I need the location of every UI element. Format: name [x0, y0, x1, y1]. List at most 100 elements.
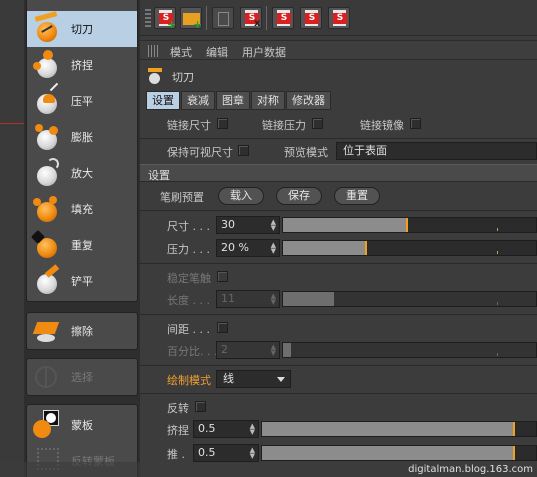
preview-mode-label: 预览模式 — [284, 146, 328, 159]
spinner-arrows-icon[interactable]: ▲ ▼ — [271, 293, 276, 306]
axis-line — [0, 123, 24, 124]
tool-pinch[interactable]: 挤捏 — [27, 47, 137, 83]
draw-mode-value: 线 — [223, 372, 234, 385]
toolbar-grip[interactable] — [145, 9, 151, 27]
tab-settings[interactable]: 设置 — [146, 91, 180, 110]
spacing-checkbox[interactable] — [217, 322, 228, 333]
keep-visible-size-checkbox[interactable] — [238, 145, 249, 156]
draw-mode-dropdown[interactable]: 线 — [216, 370, 291, 388]
tool-repeat[interactable]: 重复 — [27, 227, 137, 263]
pinch-value: 0.5 — [198, 422, 216, 435]
link-size-checkbox[interactable] — [217, 118, 228, 129]
menu-edit[interactable]: 编辑 — [206, 44, 228, 60]
tool-erase[interactable]: 擦除 — [27, 313, 137, 349]
save-button[interactable]: 保存 — [276, 187, 322, 205]
tool-inflate[interactable]: 膨胀 — [27, 119, 137, 155]
tool-mask[interactable]: 蒙板 — [27, 407, 137, 443]
stabilize-checkbox[interactable] — [217, 271, 228, 282]
pinch-field[interactable]: 0.5 ▲ ▼ — [193, 420, 259, 438]
select-icon — [33, 362, 63, 392]
tab-stamp[interactable]: 图章 — [216, 91, 250, 110]
push-slider[interactable] — [261, 445, 537, 461]
percent-field[interactable]: 2 ▲ ▼ — [216, 341, 280, 359]
stabilize-label: 稳定笔触 — [167, 272, 211, 285]
size-slider[interactable] — [282, 217, 537, 233]
s-delete-button[interactable]: S x — [240, 7, 262, 29]
s-export-button-2[interactable]: S — [300, 7, 322, 29]
s-export-button-1[interactable]: S — [272, 7, 294, 29]
tool-knife[interactable]: 切刀 — [27, 11, 137, 47]
push-row: 推 . 0.5 ▲ ▼ — [140, 443, 537, 463]
spinner-arrows-icon[interactable]: ▲ ▼ — [250, 423, 255, 436]
toolbar-separator — [266, 6, 267, 30]
preview-mode-value: 位于表面 — [343, 144, 387, 157]
flatten-ball-icon — [33, 82, 63, 116]
s-badge: S — [333, 13, 347, 24]
size-label: 尺寸 . . . — [167, 220, 210, 233]
toolbar: S + + S x S S S — [140, 0, 537, 36]
tool-label: 放大 — [71, 167, 93, 180]
length-slider[interactable] — [282, 291, 537, 307]
slider-marker[interactable] — [513, 422, 516, 436]
link-mirror-checkbox[interactable] — [410, 118, 421, 129]
size-field[interactable]: 30 ▲ ▼ — [216, 216, 280, 234]
length-row: 长度 . . . 11 ▲ ▼ — [140, 289, 537, 309]
push-field[interactable]: 0.5 ▲ ▼ — [193, 444, 259, 462]
load-button[interactable]: 载入 — [218, 187, 264, 205]
length-field[interactable]: 11 ▲ ▼ — [216, 290, 280, 308]
toolbar-separator — [206, 6, 207, 30]
pressure-field[interactable]: 20 % ▲ ▼ — [216, 239, 280, 257]
pinch-slider[interactable] — [261, 421, 537, 437]
delete-button[interactable] — [212, 7, 234, 29]
brush-preset-label: 笔刷预置 — [160, 191, 204, 204]
percent-value: 2 — [221, 343, 228, 356]
tab-symmetry[interactable]: 对称 — [251, 91, 285, 110]
tab-modifiers[interactable]: 修改器 — [286, 91, 331, 110]
trash-icon — [218, 12, 229, 26]
tool-fill[interactable]: 填充 — [27, 191, 137, 227]
spinner-arrows-icon[interactable]: ▲ ▼ — [271, 242, 276, 255]
tool-flatten[interactable]: 压平 — [27, 82, 137, 119]
keep-visible-size-label: 保持可视尺寸 — [167, 146, 233, 159]
invert-checkbox[interactable] — [195, 401, 206, 412]
tool-label: 重复 — [71, 239, 93, 252]
attribute-menubar: 模式 编辑 用户数据 — [140, 40, 537, 60]
tool-select[interactable]: 选择 — [27, 359, 137, 395]
preview-mode-dropdown[interactable]: 位于表面 — [336, 142, 537, 160]
s-open-button[interactable]: + — [180, 7, 202, 30]
menu-mode[interactable]: 模式 — [170, 44, 192, 60]
sculpt-tools-panel: 切刀 挤捏 压平 膨胀 放大 填充 重复 铲平 擦除 选择 蒙板 — [24, 0, 140, 477]
pressure-slider[interactable] — [282, 240, 537, 256]
percent-slider[interactable] — [282, 342, 537, 358]
spinner-arrows-icon[interactable]: ▲ ▼ — [250, 447, 255, 460]
length-label: 长度 . . . — [167, 294, 210, 307]
menu-user-data[interactable]: 用户数据 — [242, 44, 286, 60]
spinner-arrows-icon[interactable]: ▲ ▼ — [271, 344, 276, 357]
menu-grip-icon[interactable] — [148, 45, 160, 57]
tool-label: 擦除 — [71, 325, 93, 338]
slider-marker[interactable] — [513, 446, 516, 460]
pressure-value: 20 % — [221, 241, 249, 254]
tool-scrape[interactable]: 铲平 — [27, 263, 137, 299]
percent-label: 百分比. . . — [167, 345, 218, 358]
draw-mode-label: 绘制模式 — [167, 374, 211, 387]
tool-label: 铲平 — [71, 275, 93, 288]
tab-falloff[interactable]: 衰减 — [181, 91, 215, 110]
slider-tick — [497, 302, 498, 305]
s-new-button[interactable]: S + — [154, 7, 176, 30]
pressure-label: 压力 . . . — [167, 243, 210, 256]
tool-label: 填充 — [71, 203, 93, 216]
spinner-arrows-icon[interactable]: ▲ ▼ — [271, 219, 276, 232]
slider-marker[interactable] — [365, 241, 368, 255]
slider-fill — [262, 422, 515, 436]
divider — [140, 314, 537, 315]
pinch-ball-icon — [33, 50, 63, 80]
s-export-button-3[interactable]: S — [328, 7, 350, 29]
link-pressure-checkbox[interactable] — [312, 118, 323, 129]
reset-button[interactable]: 重置 — [334, 187, 380, 205]
settings-section-header[interactable]: 设置 — [140, 164, 537, 182]
link-row: 链接尺寸 链接压力 链接镜像 — [140, 114, 537, 134]
slider-marker[interactable] — [405, 218, 408, 232]
tool-magnify[interactable]: 放大 — [27, 155, 137, 191]
section-title: 设置 — [148, 169, 170, 182]
